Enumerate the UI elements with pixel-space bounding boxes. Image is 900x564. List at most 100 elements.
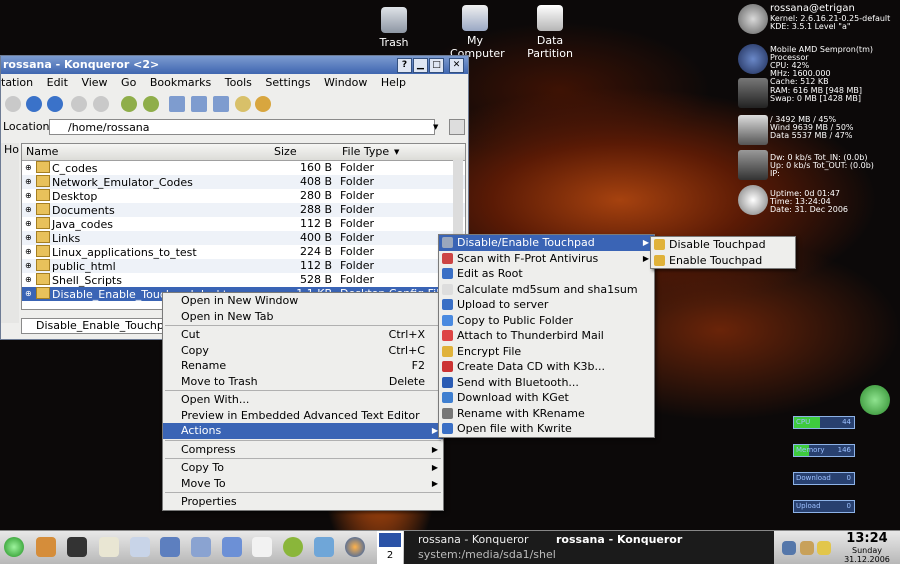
act-item[interactable]: Send with Bluetooth...	[439, 375, 654, 391]
act-item[interactable]: Download with KGet	[439, 390, 654, 406]
menu-window[interactable]: Window	[324, 74, 367, 92]
tray-update-icon[interactable]	[817, 541, 831, 555]
expand-icon[interactable]: ⊕	[25, 245, 32, 259]
help-button[interactable]: ?	[397, 58, 412, 73]
column-type[interactable]: File Type	[342, 144, 389, 160]
forward-icon[interactable]	[47, 96, 63, 112]
desktop-pager[interactable]: 2	[377, 531, 403, 564]
menu-edit[interactable]: Edit	[47, 74, 68, 92]
window-titlebar[interactable]: rossana - Konqueror <2> ? ▁ □ ✕	[1, 56, 468, 74]
expand-icon[interactable]: ⊕	[25, 217, 32, 231]
expand-icon[interactable]: ⊕	[25, 287, 32, 301]
ctx-item[interactable]: Move to Trash Delete	[163, 374, 443, 390]
act-item[interactable]: Edit as Root	[439, 266, 654, 282]
file-row[interactable]: ⊕ public_html 112 B Folder	[22, 259, 465, 273]
clock[interactable]: 13:24 Sunday 31.12.2006	[838, 531, 896, 564]
zoom-in-icon[interactable]	[121, 96, 137, 112]
location-input[interactable]: /home/rossana	[49, 119, 435, 135]
act-item[interactable]: Disable/Enable Touchpad ▶	[439, 235, 654, 251]
act-item[interactable]: Copy to Public Folder	[439, 313, 654, 329]
act-item[interactable]: Scan with F-Prot Antivirus ▶	[439, 251, 654, 267]
kmenu-icon[interactable]	[4, 537, 24, 557]
minimize-button[interactable]: ▁	[413, 58, 428, 73]
file-row[interactable]: ⊕ Documents 288 B Folder	[22, 203, 465, 217]
act-item[interactable]: Calculate md5sum and sha1sum	[439, 282, 654, 298]
menu-go[interactable]: Go	[121, 74, 136, 92]
yast-icon[interactable]	[283, 537, 303, 557]
control-center-icon[interactable]	[160, 537, 180, 557]
menu-tools[interactable]: Tools	[225, 74, 252, 92]
menu-view[interactable]: View	[81, 74, 107, 92]
home-folder-icon[interactable]	[36, 537, 56, 557]
tp-item[interactable]: Disable Touchpad	[651, 237, 795, 253]
back-icon[interactable]	[26, 96, 42, 112]
maximize-button[interactable]: □	[429, 58, 444, 73]
expand-icon[interactable]: ⊕	[25, 189, 32, 203]
tray-network-icon[interactable]	[782, 541, 796, 555]
ctx-item[interactable]: Open in New Window	[163, 293, 443, 309]
expand-icon[interactable]: ⊕	[25, 203, 32, 217]
editor-icon[interactable]	[99, 537, 119, 557]
column-size[interactable]: Size	[274, 144, 297, 160]
terminal-icon[interactable]	[67, 537, 87, 557]
menu-location[interactable]: tation	[1, 74, 33, 92]
search-icon[interactable]	[130, 537, 150, 557]
find-icon[interactable]	[235, 96, 251, 112]
ctx-item[interactable]: Cut Ctrl+X	[163, 327, 443, 343]
location-dropdown-icon[interactable]: ▼	[433, 120, 442, 134]
network-tool-icon[interactable]	[191, 537, 211, 557]
reload-icon[interactable]	[71, 96, 87, 112]
act-item[interactable]: Attach to Thunderbird Mail	[439, 328, 654, 344]
icon-view-icon[interactable]	[169, 96, 185, 112]
act-item[interactable]: Encrypt File	[439, 344, 654, 360]
trash-desktop-icon[interactable]: Trash	[359, 7, 429, 49]
file-row[interactable]: ⊕ Shell_Scripts 528 B Folder	[22, 273, 465, 287]
ctx-item[interactable]: Properties	[163, 494, 443, 510]
ctx-item[interactable]: Open With...	[163, 392, 443, 408]
location-go-icon[interactable]	[449, 119, 465, 135]
act-item[interactable]: Create Data CD with K3b...	[439, 359, 654, 375]
act-item[interactable]: Rename with KRename	[439, 406, 654, 422]
task-konqueror-3[interactable]: system:/media/sda1/shel	[418, 547, 558, 562]
act-item[interactable]: Open file with Kwrite	[439, 421, 654, 437]
my-computer-desktop-icon[interactable]: My Computer	[440, 5, 510, 60]
ctx-item[interactable]: Copy Ctrl+C	[163, 343, 443, 359]
ctx-item[interactable]: Move To ▶	[163, 476, 443, 492]
task-konqueror-2[interactable]: rossana - Konqueror	[556, 532, 766, 547]
close-button[interactable]: ✕	[449, 58, 464, 73]
expand-icon[interactable]: ⊕	[25, 231, 32, 245]
tree-view-icon[interactable]	[213, 96, 229, 112]
up-icon[interactable]	[5, 96, 21, 112]
sidebar-home-label[interactable]: Ho	[4, 143, 19, 156]
file-row[interactable]: ⊕ Java_codes 112 B Folder	[22, 217, 465, 231]
menu-settings[interactable]: Settings	[265, 74, 310, 92]
cleaner-icon[interactable]	[314, 537, 334, 557]
expand-icon[interactable]: ⊕	[25, 175, 32, 189]
ctx-item[interactable]: Rename F2	[163, 358, 443, 374]
task-konqueror-1[interactable]: rossana - Konqueror	[418, 532, 548, 547]
file-row[interactable]: ⊕ Desktop 280 B Folder	[22, 189, 465, 203]
tp-item[interactable]: Enable Touchpad	[651, 253, 795, 269]
ctx-item[interactable]: Copy To ▶	[163, 460, 443, 476]
file-row[interactable]: ⊕ Linux_applications_to_test 224 B Folder	[22, 245, 465, 259]
act-item[interactable]: Upload to server	[439, 297, 654, 313]
ctx-item[interactable]: Open in New Tab	[163, 309, 443, 325]
file-row[interactable]: ⊕ Network_Emulator_Codes 408 B Folder	[22, 175, 465, 189]
menu-bookmarks[interactable]: Bookmarks	[150, 74, 211, 92]
data-partition-desktop-icon[interactable]: Data Partition	[515, 5, 585, 60]
home-icon[interactable]	[255, 96, 271, 112]
ctx-item[interactable]: Actions ▶	[163, 423, 443, 439]
menu-help[interactable]: Help	[381, 74, 406, 92]
file-row[interactable]: ⊕ C_codes 160 B Folder	[22, 161, 465, 175]
file-row[interactable]: ⊕ Links 400 B Folder	[22, 231, 465, 245]
expand-icon[interactable]: ⊕	[25, 161, 32, 175]
column-name[interactable]: Name	[26, 144, 58, 160]
stop-icon[interactable]	[93, 96, 109, 112]
ctx-item[interactable]: Preview in Embedded Advanced Text Editor	[163, 408, 443, 424]
pager-desktop-1[interactable]	[379, 533, 401, 547]
ctx-item[interactable]: Compress ▶	[163, 442, 443, 458]
expand-icon[interactable]: ⊕	[25, 273, 32, 287]
pager-desktop-2[interactable]: 2	[377, 549, 403, 563]
detail-view-icon[interactable]	[191, 96, 207, 112]
tray-klipper-icon[interactable]	[800, 541, 814, 555]
